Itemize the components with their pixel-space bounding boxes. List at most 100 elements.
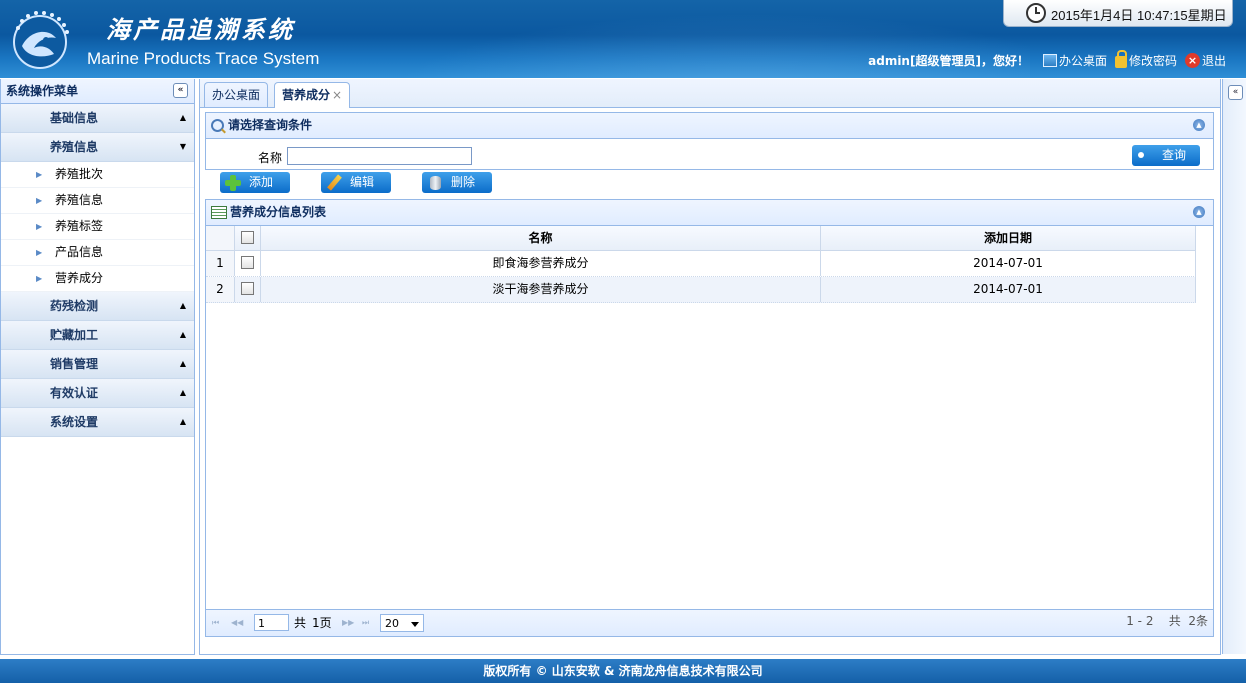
change-password-link[interactable]: 修改密码 — [1114, 50, 1177, 69]
lock-icon — [1114, 50, 1127, 68]
chevron-up-icon: ▲ — [179, 359, 187, 368]
sidebar-item-breeding-info[interactable]: ▶ 养殖信息 — [1, 188, 194, 214]
clock-icon — [1026, 3, 1046, 23]
tab-desktop[interactable]: 办公桌面 — [204, 82, 269, 107]
user-bar: admin[超级管理员]，您好！ 办公桌面 修改密码 × 退出 — [868, 50, 1226, 69]
bullet-icon: ▶ — [36, 196, 43, 205]
bullet-icon: ▶ — [36, 170, 43, 179]
menu-group-certification[interactable]: 有效认证 ▲ — [1, 379, 194, 408]
menu-group-basic-info[interactable]: 基础信息 ▲ — [1, 104, 194, 133]
app-header: 海产品追溯系统 Marine Products Trace System 201… — [0, 0, 1246, 78]
grid-panel-header: 营养成分信息列表 ▲ — [206, 200, 1213, 226]
cell-name: 淡干海参营养成分 — [261, 277, 821, 302]
collapse-panel-icon[interactable]: ▲ — [1193, 119, 1205, 131]
add-button-label: 添加 — [249, 175, 274, 189]
menu-group-breeding-info[interactable]: 养殖信息 ▼ — [1, 133, 194, 162]
bullet-icon: ▶ — [36, 222, 43, 231]
grid-panel-title: 营养成分信息列表 — [230, 205, 327, 219]
logout-label: 退出 — [1201, 54, 1226, 68]
desktop-link-label: 办公桌面 — [1058, 54, 1107, 68]
menu-group-label: 养殖信息 — [50, 140, 99, 154]
row-number-header — [206, 226, 235, 250]
collapse-left-icon[interactable]: « — [173, 83, 188, 98]
prev-page-icon[interactable]: ◀◀ — [231, 619, 243, 627]
menu-group-label: 药残检测 — [50, 299, 99, 313]
menu-group-label: 销售管理 — [50, 357, 99, 371]
select-all-cell — [235, 226, 261, 250]
query-panel: 请选择查询条件 ▲ 名称 查询 — [205, 112, 1214, 170]
app-logo — [13, 11, 69, 69]
desktop-link[interactable]: 办公桌面 — [1042, 52, 1107, 69]
expand-right-icon[interactable]: « — [1228, 85, 1243, 100]
tab-label: 办公桌面 — [212, 88, 261, 102]
close-icon: × — [1184, 53, 1200, 68]
datetime-text: 2015年1月4日 10:47:15星期日 — [1051, 8, 1227, 23]
plus-icon — [224, 174, 241, 191]
sidebar-title: 系统操作菜单 — [6, 84, 79, 98]
collapse-panel-icon[interactable]: ▲ — [1193, 206, 1205, 218]
sidebar-item-label: 养殖信息 — [55, 193, 104, 207]
delete-button[interactable]: 删除 — [422, 172, 492, 193]
search-button[interactable]: 查询 — [1132, 145, 1200, 166]
first-page-icon[interactable]: ⏮ — [212, 619, 223, 627]
bullet-icon: ▶ — [36, 274, 43, 283]
row-checkbox[interactable] — [241, 256, 254, 269]
sidebar-item-label: 养殖批次 — [55, 167, 104, 181]
sidebar-item-product-info[interactable]: ▶ 产品信息 — [1, 240, 194, 266]
row-number: 1 — [206, 251, 235, 276]
chevron-up-icon: ▲ — [179, 301, 187, 310]
pagination-bar: ⏮ ◀◀ 1 共 1页 ▶▶ ⏭ 20 1 - 2 共 2条 — [206, 609, 1213, 636]
chevron-up-icon: ▲ — [179, 113, 187, 122]
table-icon — [211, 206, 227, 219]
search-button-label: 查询 — [1162, 148, 1187, 162]
pagination-summary: 1 - 2 共 2条 — [1126, 614, 1208, 628]
menu-group-label: 贮藏加工 — [50, 328, 99, 342]
row-checkbox[interactable] — [241, 282, 254, 295]
query-panel-header: 请选择查询条件 ▲ — [206, 113, 1213, 139]
menu-group-label: 系统设置 — [50, 415, 99, 429]
last-page-icon[interactable]: ⏭ — [362, 619, 373, 627]
page-number-input[interactable]: 1 — [254, 614, 289, 631]
tab-nutrition[interactable]: 营养成分 × — [274, 82, 351, 108]
table-row[interactable]: 1 即食海参营养成分 2014-07-01 — [206, 251, 1196, 277]
edit-button[interactable]: 编辑 — [321, 172, 391, 193]
app-title-cn: 海产品追溯系统 — [106, 15, 295, 44]
main-content: 办公桌面 营养成分 × 请选择查询条件 ▲ 名称 查询 添加 编辑 删除 营养成… — [199, 79, 1221, 655]
tab-bar: 办公桌面 营养成分 × — [200, 79, 1220, 108]
edit-button-label: 编辑 — [350, 175, 375, 189]
sidebar-item-nutrition[interactable]: ▶ 营养成分 — [1, 266, 194, 292]
right-collapsed-panel: « — [1222, 79, 1246, 654]
app-title-en: Marine Products Trace System — [87, 49, 320, 68]
trash-icon — [426, 174, 443, 191]
chevron-up-icon: ▲ — [179, 388, 187, 397]
sidebar: 系统操作菜单 « 基础信息 ▲ 养殖信息 ▼ ▶ 养殖批次 ▶ 养殖信息 ▶ 养殖标签… — [0, 79, 195, 655]
menu-group-settings[interactable]: 系统设置 ▲ — [1, 408, 194, 437]
total-pages: 1页 — [312, 616, 332, 630]
sidebar-header: 系统操作菜单 « — [1, 79, 194, 104]
tab-close-icon[interactable]: × — [332, 88, 342, 102]
select-all-checkbox[interactable] — [241, 231, 254, 244]
name-input[interactable] — [287, 147, 472, 165]
sidebar-item-breeding-tag[interactable]: ▶ 养殖标签 — [1, 214, 194, 240]
menu-group-storage[interactable]: 贮藏加工 ▲ — [1, 321, 194, 350]
menu-group-sales[interactable]: 销售管理 ▲ — [1, 350, 194, 379]
menu-group-drug-residue[interactable]: 药残检测 ▲ — [1, 292, 194, 321]
data-grid: 名称 添加日期 1 即食海参营养成分 2014-07-01 2 淡干海参营养成分… — [206, 226, 1196, 303]
table-row[interactable]: 2 淡干海参营养成分 2014-07-01 — [206, 277, 1196, 303]
cell-date: 2014-07-01 — [821, 251, 1196, 276]
query-panel-title: 请选择查询条件 — [228, 118, 313, 132]
bullet-icon: ▶ — [36, 248, 43, 257]
next-page-icon[interactable]: ▶▶ — [342, 619, 354, 627]
logout-link[interactable]: × 退出 — [1184, 52, 1226, 69]
page-size-select[interactable]: 20 — [380, 614, 424, 632]
column-header-name[interactable]: 名称 — [261, 226, 821, 250]
total-pages-prefix: 共 — [294, 616, 307, 630]
sidebar-item-label: 营养成分 — [55, 271, 104, 285]
search-button-icon — [1138, 152, 1144, 158]
datetime-box: 2015年1月4日 10:47:15星期日 — [1003, 0, 1233, 27]
search-icon — [211, 119, 224, 132]
cell-name: 即食海参营养成分 — [261, 251, 821, 276]
sidebar-item-breeding-batch[interactable]: ▶ 养殖批次 — [1, 162, 194, 188]
add-button[interactable]: 添加 — [220, 172, 290, 193]
column-header-date[interactable]: 添加日期 — [821, 226, 1196, 250]
